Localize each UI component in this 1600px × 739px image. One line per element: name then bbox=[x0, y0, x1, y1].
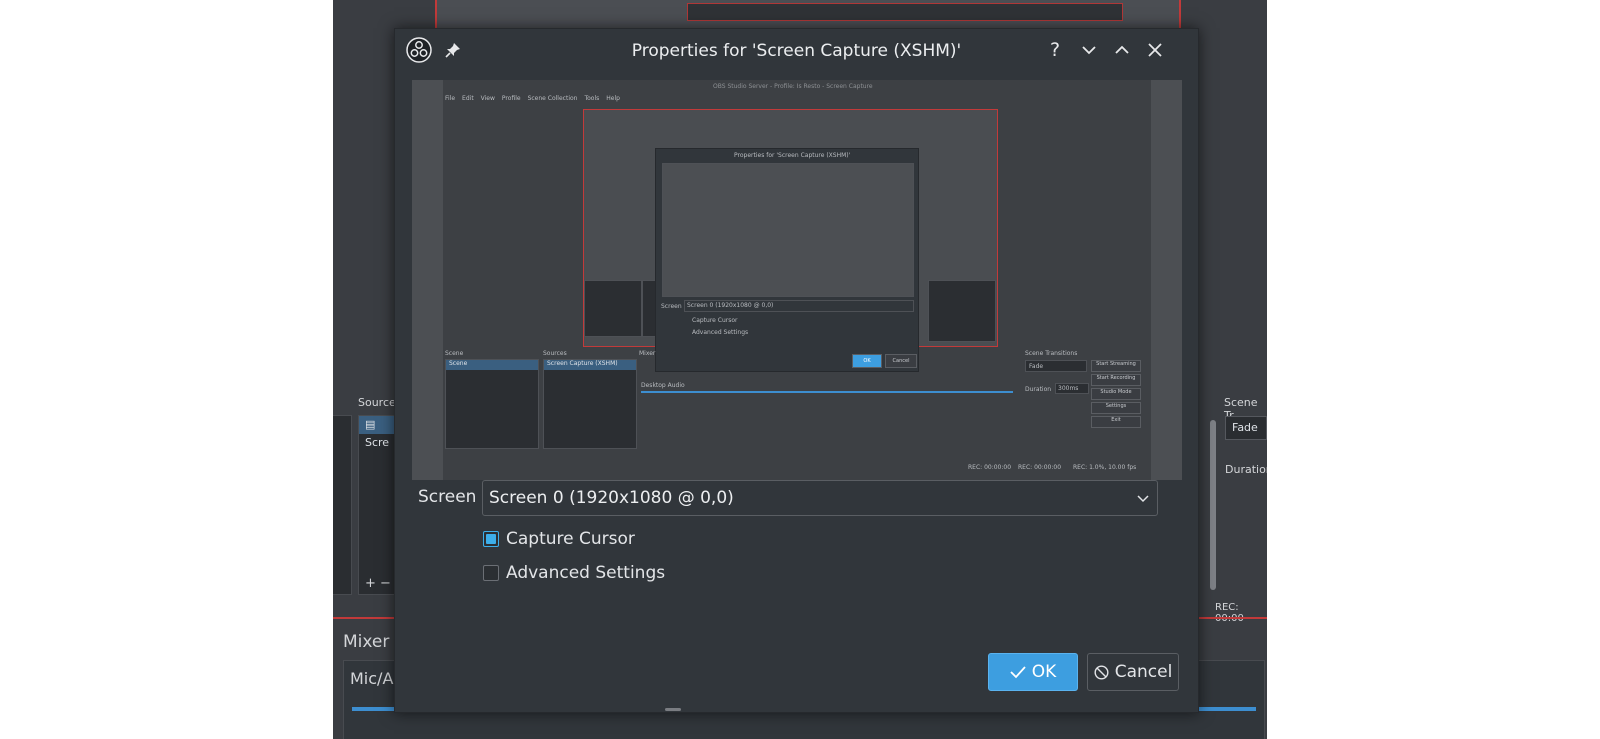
preview-sources-label: Sources bbox=[543, 350, 567, 357]
preview-nested-capture-cursor: Capture Cursor bbox=[692, 317, 738, 324]
preview-menu-profile: Profile bbox=[501, 95, 521, 102]
preview-nested-controls bbox=[928, 280, 996, 342]
cancel-button[interactable]: Cancel bbox=[1087, 653, 1179, 691]
advanced-settings-checkbox[interactable] bbox=[483, 565, 499, 581]
close-icon[interactable] bbox=[1141, 36, 1169, 64]
preview-nested-screen-select: Screen 0 (1920x1080 @ 0,0) bbox=[684, 300, 914, 312]
preview-duration-label: Duration bbox=[1025, 386, 1052, 393]
capture-cursor-checkbox[interactable] bbox=[483, 531, 499, 547]
scenes-list[interactable] bbox=[333, 415, 352, 595]
rec-status: REC: 00:00 bbox=[1215, 602, 1244, 624]
capture-cursor-row[interactable]: Capture Cursor bbox=[483, 529, 635, 549]
preview-mixer-label: Mixer bbox=[639, 350, 656, 357]
preview-menu-file: File bbox=[445, 95, 456, 102]
transition-select[interactable]: Fade bbox=[1225, 416, 1267, 440]
checkmark-icon bbox=[1010, 666, 1026, 679]
ok-button-label: OK bbox=[1031, 662, 1057, 682]
preview-studio-mode: Studio Mode bbox=[1091, 388, 1141, 400]
preview-nested-scenes bbox=[584, 280, 642, 337]
sources-list[interactable]: ▤ Scre bbox=[358, 415, 396, 595]
preview-desktop-audio: Desktop Audio bbox=[641, 382, 685, 389]
resize-handle[interactable] bbox=[665, 708, 681, 711]
advanced-settings-label[interactable]: Advanced Settings bbox=[506, 563, 665, 583]
capture-cursor-label[interactable]: Capture Cursor bbox=[506, 529, 635, 549]
preview-menu-edit: Edit bbox=[462, 95, 474, 102]
mixer-scrollbar[interactable] bbox=[1210, 420, 1216, 590]
background-preview bbox=[435, 0, 1181, 28]
preview-nested-dialog-preview bbox=[662, 163, 914, 297]
preview-source-item: Screen Capture (XSHM) bbox=[544, 360, 636, 370]
preview-menu-help: Help bbox=[606, 95, 620, 102]
screen-select-value: Screen 0 (1920x1080 @ 0,0) bbox=[489, 488, 734, 508]
mixer-channel-label: Mic/A bbox=[350, 669, 394, 688]
cancel-button-label: Cancel bbox=[1114, 662, 1173, 682]
screen-select[interactable]: Screen 0 (1920x1080 @ 0,0) bbox=[482, 480, 1158, 516]
preview-scenes-list: Scene bbox=[445, 359, 539, 449]
preview-nested-dialog: Properties for 'Screen Capture (XSHM)' S… bbox=[655, 148, 919, 372]
preview-menu-tools: Tools bbox=[584, 95, 600, 102]
chevron-down-icon bbox=[1135, 481, 1151, 515]
cancel-icon bbox=[1094, 664, 1109, 680]
preview-scenes-label: Scene bbox=[445, 350, 464, 357]
preview-status-cpu: REC: 00:00:00 bbox=[1018, 464, 1062, 471]
preview-settings: Settings bbox=[1091, 402, 1141, 414]
chevron-up-icon[interactable] bbox=[1108, 36, 1136, 64]
preview-nested-ok: OK bbox=[852, 354, 882, 368]
background-preview-titlebar bbox=[687, 3, 1123, 21]
preview-nested-screen-label: Screen bbox=[661, 303, 682, 310]
sources-list-item[interactable]: ▤ Scre bbox=[359, 416, 395, 449]
preview-nested-dialog-title: Properties for 'Screen Capture (XSHM)' bbox=[734, 152, 851, 159]
chevron-down-icon[interactable] bbox=[1075, 36, 1103, 64]
preview-menu-scene-collection: Scene Collection bbox=[527, 95, 578, 102]
preview-start-streaming: Start Streaming bbox=[1091, 360, 1141, 372]
ok-button[interactable]: OK bbox=[988, 653, 1078, 691]
preview-nested-advanced: Advanced Settings bbox=[692, 329, 749, 336]
preview-start-recording: Start Recording bbox=[1091, 374, 1141, 386]
dialog-titlebar[interactable]: Properties for 'Screen Capture (XSHM)' ? bbox=[395, 29, 1198, 71]
capture-preview: OBS Studio Server - Profile: Is Resto - … bbox=[412, 80, 1182, 480]
list-icon: ▤ bbox=[365, 418, 376, 431]
screen-label: Screen bbox=[418, 487, 477, 507]
preview-transitions-label: Scene Transitions bbox=[1025, 350, 1078, 357]
sources-label: Source bbox=[358, 396, 396, 409]
duration-label: Duration bbox=[1225, 463, 1267, 476]
preview-mixer-meter bbox=[641, 391, 1013, 393]
preview-scene-item: Scene bbox=[446, 360, 538, 370]
preview-nested-sources bbox=[642, 280, 656, 337]
preview-nested-cancel: Cancel bbox=[885, 354, 917, 368]
preview-sources-list: Screen Capture (XSHM) bbox=[543, 359, 637, 449]
preview-menu-view: View bbox=[480, 95, 495, 102]
help-icon[interactable]: ? bbox=[1041, 36, 1069, 64]
properties-dialog: Properties for 'Screen Capture (XSHM)' ?… bbox=[394, 28, 1199, 713]
advanced-settings-row[interactable]: Advanced Settings bbox=[483, 563, 665, 583]
preview-window-title: OBS Studio Server - Profile: Is Resto - … bbox=[713, 83, 873, 90]
preview-duration-input: 300ms bbox=[1055, 383, 1089, 394]
add-remove-buttons[interactable]: + − bbox=[365, 576, 391, 591]
mixer-label: Mixer bbox=[343, 632, 390, 652]
preview-obs-window: OBS Studio Server - Profile: Is Resto - … bbox=[443, 80, 1151, 480]
preview-transition-select: Fade bbox=[1025, 360, 1087, 372]
preview-menubar: File Edit View Profile Scene Collection … bbox=[445, 95, 620, 105]
preview-exit: Exit bbox=[1091, 416, 1141, 428]
preview-status-fps: REC: 1.0%, 10.00 fps bbox=[1073, 464, 1137, 471]
preview-status-bar: REC: 00:00:00 bbox=[968, 464, 1012, 471]
